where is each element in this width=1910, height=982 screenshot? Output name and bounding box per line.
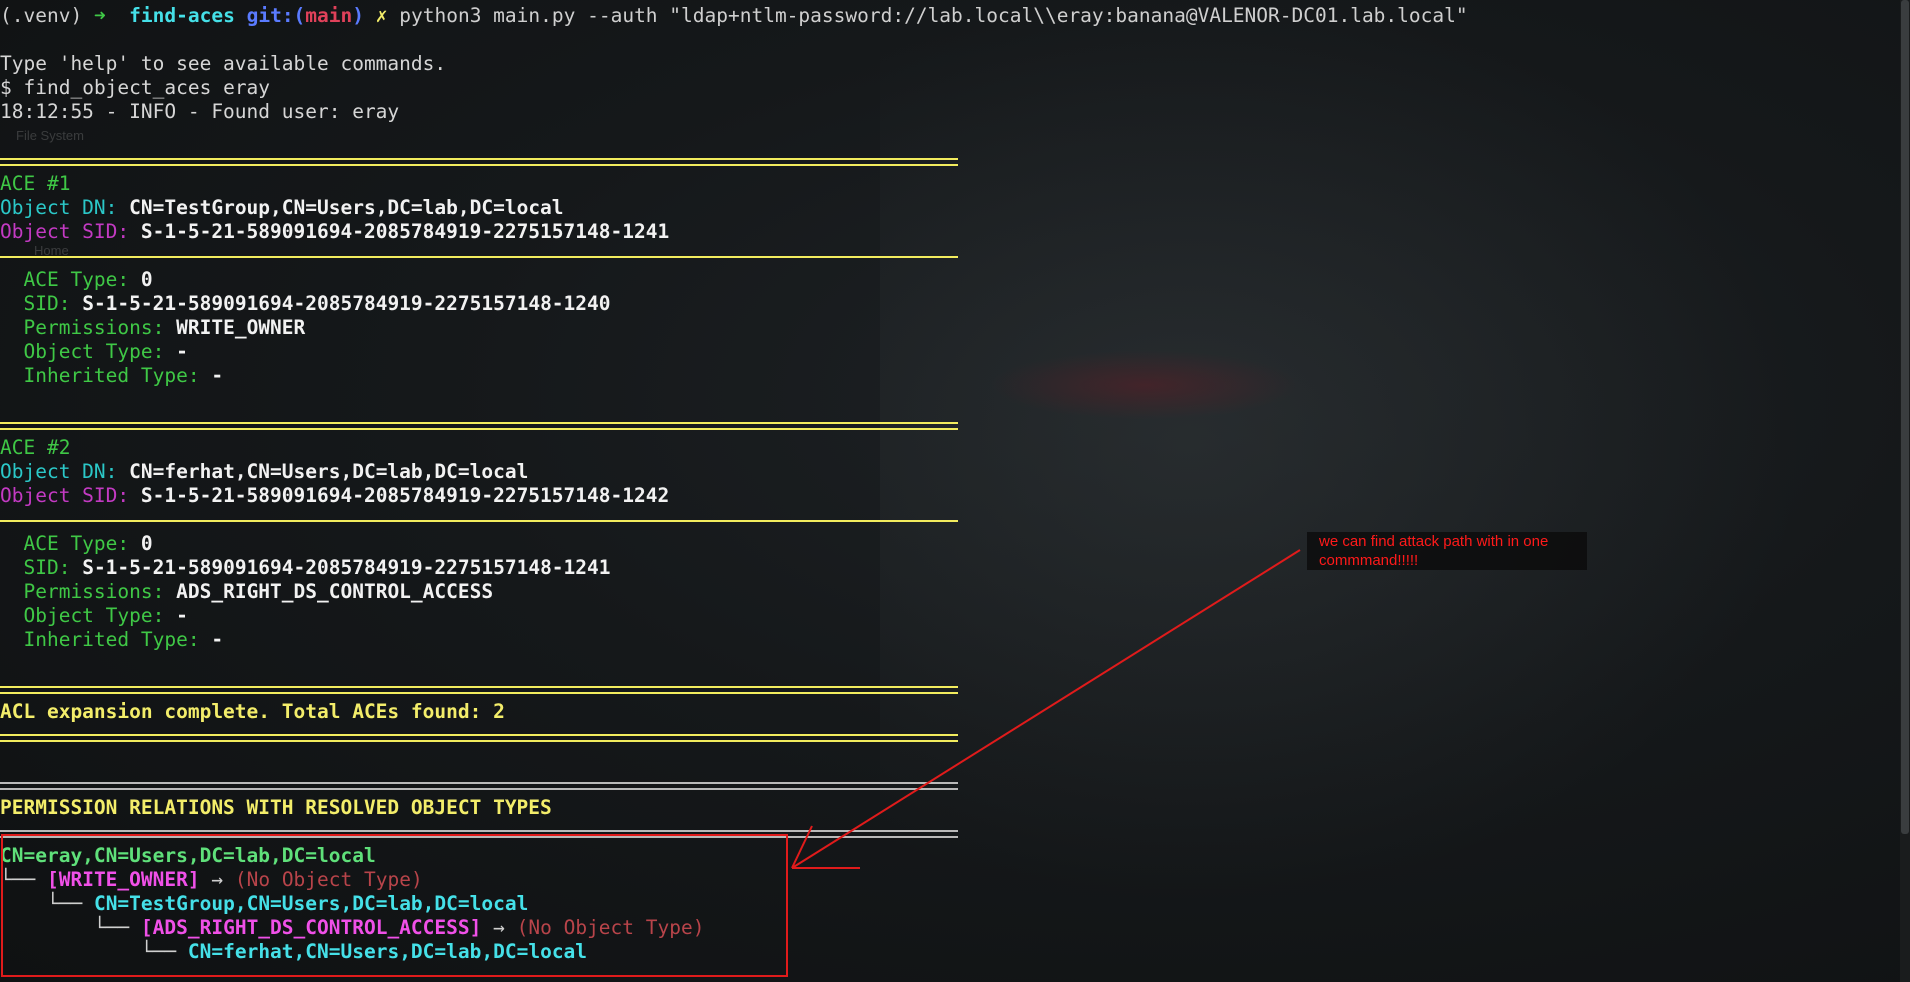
scrollbar[interactable]	[1900, 0, 1910, 982]
annotation-note: we can find attack path with in one comm…	[1307, 532, 1587, 570]
annotation-arrow	[791, 549, 1301, 869]
scrollbar-thumb[interactable]	[1901, 0, 1909, 834]
